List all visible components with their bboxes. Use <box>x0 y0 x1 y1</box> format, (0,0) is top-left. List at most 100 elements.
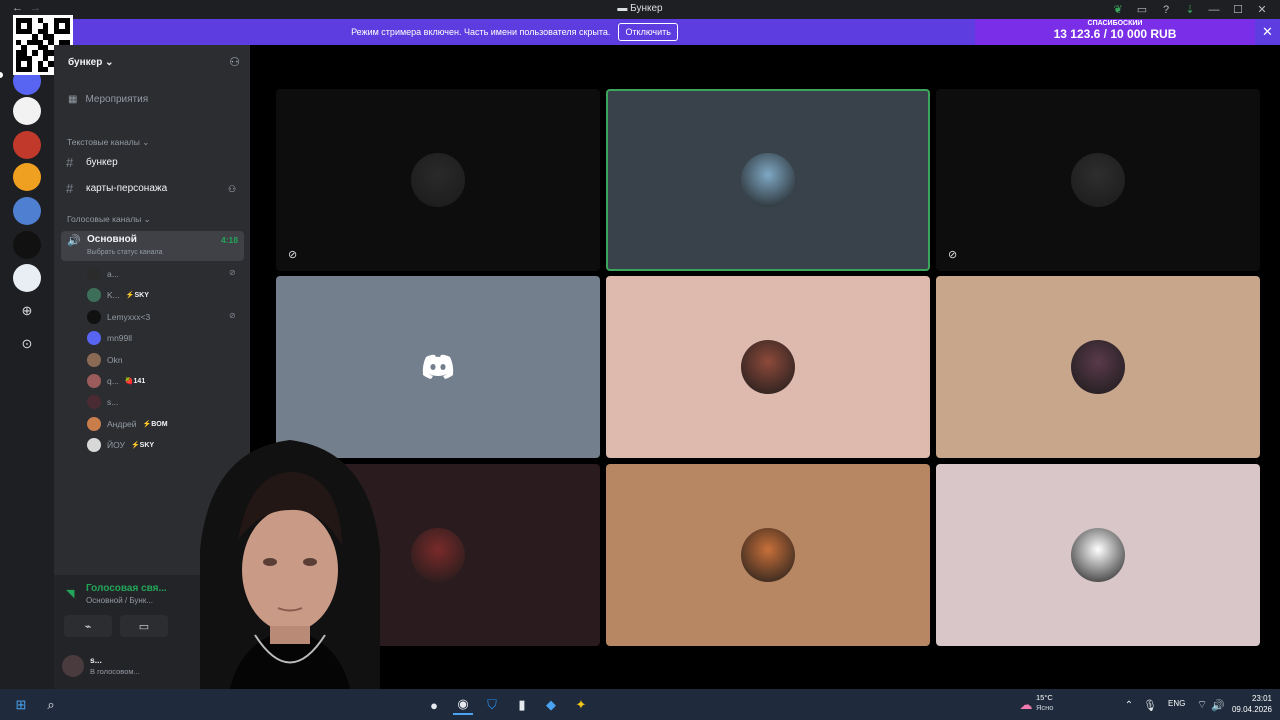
participant-avatar <box>1071 528 1125 582</box>
server-icon-5[interactable] <box>13 197 41 225</box>
video-tile[interactable]: ⊘ <box>276 89 600 271</box>
server-icon-4[interactable] <box>13 163 41 191</box>
temperature: 15°C <box>1036 693 1053 702</box>
member-avatar <box>87 352 101 367</box>
inbox-icon[interactable]: ▭ <box>1130 1 1154 18</box>
voice-category[interactable]: Голосовые каналы ⌄ <box>67 214 151 225</box>
member-name: a... <box>107 269 119 279</box>
voice-member[interactable]: ЙОУ ⚡SKY <box>87 437 154 453</box>
speaker-icon: 🔊 <box>67 235 81 247</box>
member-name: s... <box>107 397 119 408</box>
voice-member[interactable]: mn99ll <box>87 330 132 346</box>
member-tag: 🍓141 <box>124 378 146 385</box>
video-tile[interactable]: ⊘ <box>936 89 1260 271</box>
app-icon-usb[interactable]: ▮ <box>512 695 532 715</box>
chevron-down-icon: ⌄ <box>105 57 114 68</box>
invite-people-icon[interactable]: ⚇ <box>229 55 240 69</box>
maximize-icon[interactable]: ☐ <box>1226 1 1250 18</box>
voice-member[interactable]: Андрей ⚡BOM <box>87 416 168 432</box>
member-avatar <box>87 416 101 431</box>
member-tag: ⚡SKY <box>125 292 149 300</box>
text-channel-cards[interactable]: # карты-персонажа <box>66 181 167 196</box>
participant-avatar <box>1071 340 1125 394</box>
video-tile[interactable] <box>606 89 930 271</box>
muted-mic-icon: ⊘ <box>229 268 236 277</box>
voice-member[interactable]: a... ⊘ <box>87 266 236 282</box>
participant-avatar <box>1071 153 1125 207</box>
voice-channel-name: Основной <box>87 234 137 245</box>
microphone-icon[interactable]: 🎙 <box>1140 695 1160 715</box>
hash-icon: # <box>66 155 74 170</box>
nitro-leaf-icon[interactable]: ❦ <box>1106 1 1130 18</box>
video-tile[interactable] <box>606 464 930 646</box>
server-name: бункер <box>68 57 103 68</box>
voice-connected-label: Голосовая свя... <box>86 583 167 594</box>
voice-connected-sub[interactable]: Основной / Бунк... <box>86 596 153 605</box>
noise-suppression-button[interactable]: ⌁ <box>64 615 112 637</box>
member-avatar <box>87 331 101 346</box>
user-status: В голосовом... <box>90 667 140 676</box>
clock-time: 23:01 <box>1251 694 1272 703</box>
window-title-text: Бункер <box>630 3 663 14</box>
chevron-up-icon[interactable]: ⌃ <box>1119 695 1139 715</box>
app-icon-shield[interactable]: ⛉ <box>482 695 502 715</box>
language-indicator[interactable]: ENG <box>1168 699 1185 708</box>
user-avatar[interactable] <box>62 655 84 677</box>
server-icon-7[interactable] <box>13 264 41 292</box>
weather-widget[interactable]: 15°C Ясно <box>1036 693 1053 713</box>
server-name-header[interactable]: бункер ⌄ <box>68 57 114 68</box>
minimize-icon[interactable]: — <box>1202 1 1226 18</box>
voice-channel-main[interactable]: 🔊 Основной Выбрать статус канала 4:18 <box>61 231 244 261</box>
video-tile[interactable] <box>606 276 930 458</box>
voice-member[interactable]: K... ⚡SKY <box>87 287 149 303</box>
member-tag: ⚡SKY <box>130 442 155 450</box>
create-invite-icon[interactable]: ⚇ <box>228 184 236 195</box>
close-window-icon[interactable]: ✕ <box>1250 1 1274 18</box>
text-category[interactable]: Текстовые каналы ⌄ <box>67 137 149 148</box>
member-avatar <box>87 309 101 324</box>
text-channel-bunker[interactable]: # бункер <box>66 155 118 170</box>
streamer-webcam <box>200 440 380 720</box>
help-icon[interactable]: ? <box>1154 1 1178 18</box>
app-icon-discord-blue[interactable]: ◆ <box>541 695 561 715</box>
server-icon-3[interactable] <box>13 131 41 159</box>
member-name: ЙОУ <box>107 440 125 451</box>
download-icon[interactable]: ⇣ <box>1178 1 1202 18</box>
app-icon-yellow[interactable]: ✦ <box>571 695 591 715</box>
member-avatar <box>87 438 101 453</box>
clock[interactable]: 23:01 09.04.2026 <box>1232 693 1272 715</box>
donation-amount: 13 123.6 / 10 000 RUB <box>1053 27 1177 41</box>
server-rail: ⊕ ⊙ <box>0 19 54 689</box>
donation-label: СПАСИБОСКИИ <box>1087 20 1143 27</box>
discord-logo-icon <box>422 354 454 379</box>
member-name: K... <box>107 290 120 301</box>
taskbar: ⊞ ⌕ ● ◉ ⛉ ▮ ◆ ✦ ☁ 15°C Ясно ⌃ 🎙 ENG ⌔ 🔊 … <box>0 689 1280 720</box>
add-server-icon[interactable]: ⊕ <box>17 301 37 321</box>
disable-streamer-button[interactable]: Отключить <box>618 23 678 41</box>
voice-member[interactable]: Okn <box>87 352 123 368</box>
participant-avatar <box>741 340 795 394</box>
member-avatar <box>87 395 101 410</box>
video-tile[interactable] <box>936 464 1260 646</box>
events-item[interactable]: ▦ Мероприятия <box>68 94 148 105</box>
weather-icon[interactable]: ☁ <box>1016 695 1036 715</box>
voice-member[interactable]: s... <box>87 394 118 410</box>
voice-member[interactable]: q... 🍓141 <box>87 373 145 389</box>
app-icon-obs[interactable]: ◉ <box>453 695 473 715</box>
video-tile[interactable] <box>936 276 1260 458</box>
banner-close-icon[interactable]: ✕ <box>1255 19 1280 45</box>
voice-category-label: Голосовые каналы <box>67 214 142 224</box>
member-avatar <box>87 374 101 388</box>
explore-servers-icon[interactable]: ⊙ <box>17 334 37 354</box>
search-icon[interactable]: ⌕ <box>41 695 61 715</box>
camera-button[interactable]: ▭ <box>120 615 168 637</box>
server-icon-2[interactable] <box>13 97 41 125</box>
voice-channel-status[interactable]: Выбрать статус канала <box>87 249 163 256</box>
server-icon-6[interactable] <box>13 231 41 259</box>
title-bar: ← → ▬ Бункер ❦ ▭ ? ⇣ — ☐ ✕ <box>0 0 1280 19</box>
volume-icon[interactable]: 🔊 <box>1208 695 1228 715</box>
voice-member[interactable]: Lemyxxx<3 ⊘ <box>87 309 236 325</box>
signal-icon[interactable]: ◥ <box>66 587 74 600</box>
start-icon[interactable]: ⊞ <box>11 695 31 715</box>
app-icon-1[interactable]: ● <box>424 695 444 715</box>
